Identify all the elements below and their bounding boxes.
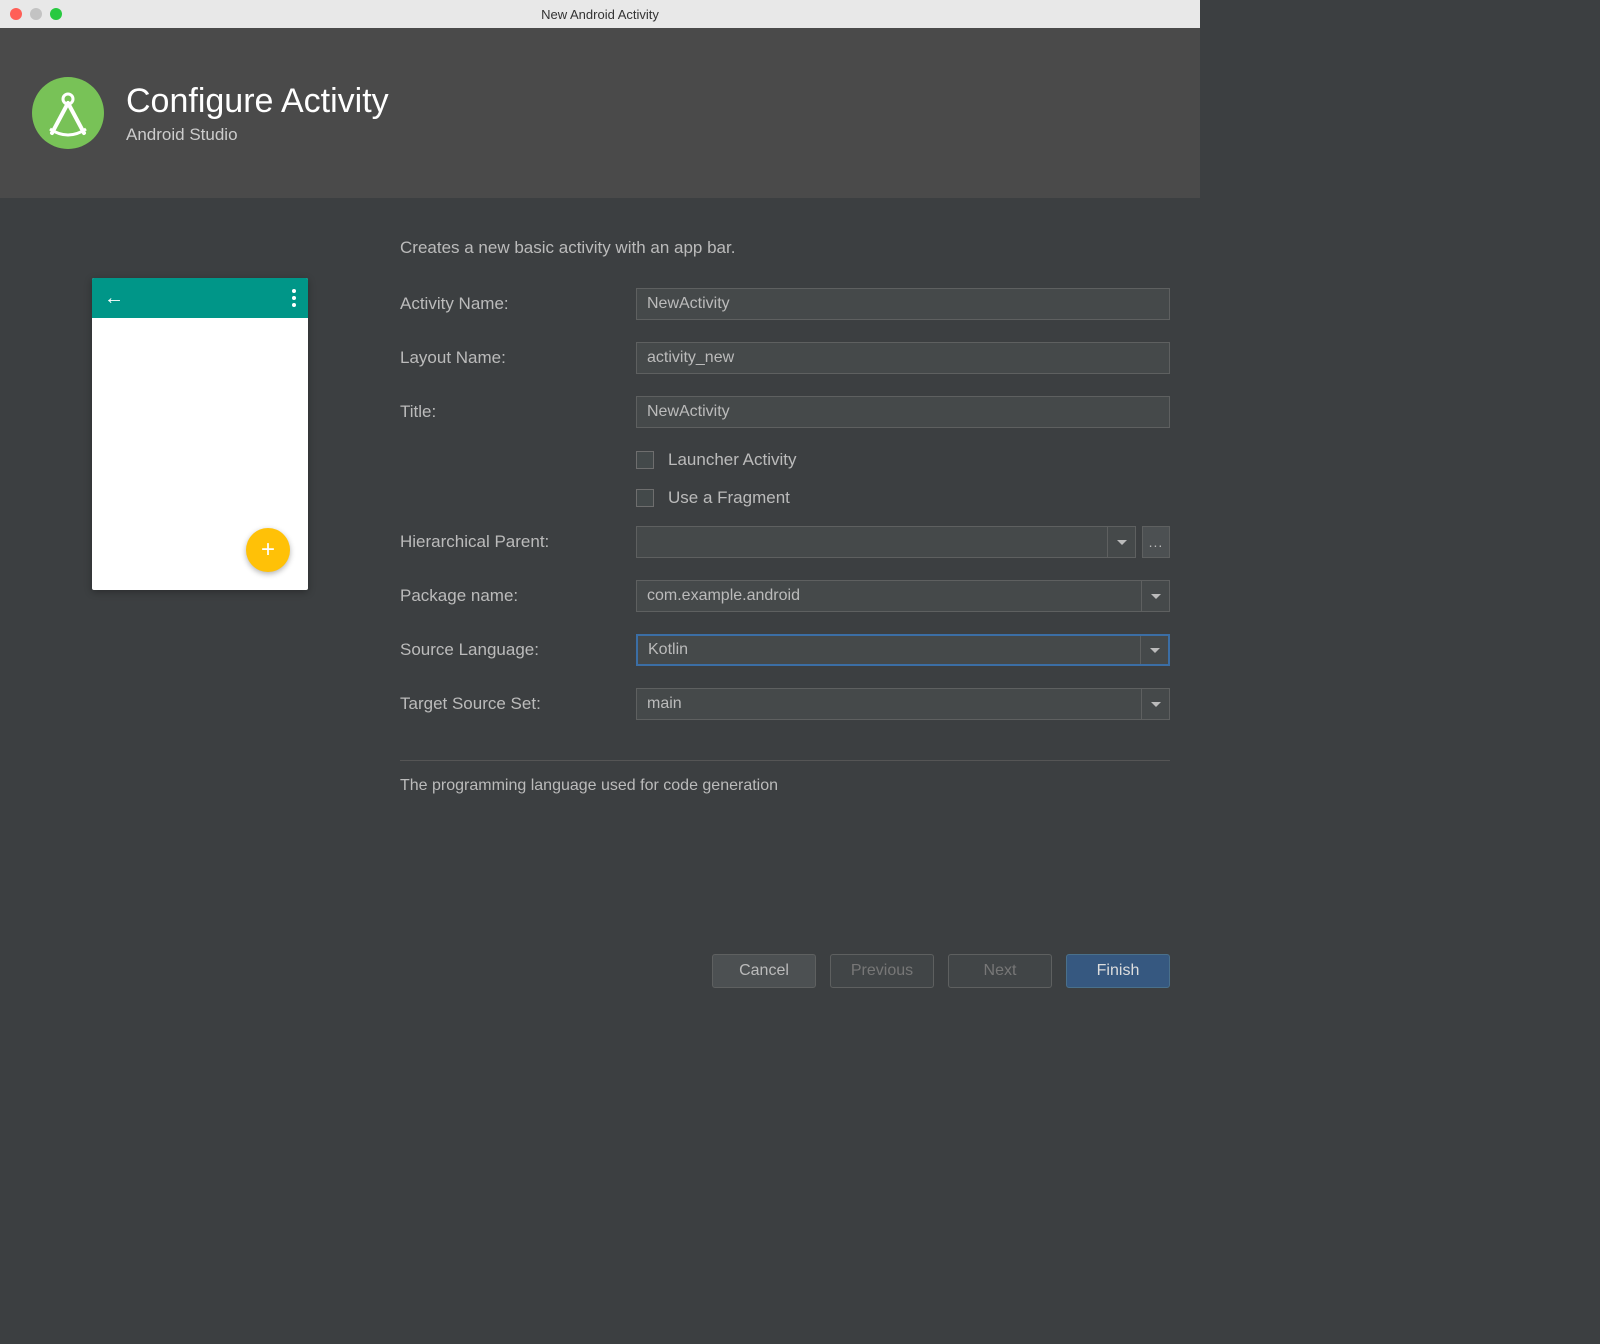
- dialog-title: Configure Activity: [126, 82, 389, 121]
- preview-appbar: ←: [92, 278, 308, 318]
- form-pane: Creates a new basic activity with an app…: [400, 238, 1170, 835]
- divider: [400, 760, 1170, 761]
- use-fragment-checkbox[interactable]: [636, 489, 654, 507]
- source-language-select[interactable]: Kotlin: [636, 634, 1170, 666]
- hierarchical-parent-select[interactable]: [636, 526, 1136, 558]
- launcher-activity-label: Launcher Activity: [668, 450, 797, 470]
- close-window-button[interactable]: [10, 8, 22, 20]
- chevron-down-icon: [1141, 689, 1169, 719]
- form-hint: The programming language used for code g…: [400, 777, 1170, 795]
- finish-button[interactable]: Finish: [1066, 954, 1170, 988]
- minimize-window-button[interactable]: [30, 8, 42, 20]
- source-language-label: Source Language:: [400, 640, 636, 660]
- button-bar: Cancel Previous Next Finish: [712, 954, 1170, 988]
- title-input[interactable]: [636, 396, 1170, 428]
- title-bar: New Android Activity: [0, 0, 1200, 28]
- title-label: Title:: [400, 402, 636, 422]
- dialog-header: Configure Activity Android Studio: [0, 28, 1200, 198]
- target-source-set-value: main: [647, 695, 682, 713]
- window-title: New Android Activity: [8, 7, 1192, 22]
- previous-button[interactable]: Previous: [830, 954, 934, 988]
- chevron-down-icon: [1140, 636, 1168, 664]
- target-source-set-label: Target Source Set:: [400, 694, 636, 714]
- package-name-select[interactable]: com.example.android: [636, 580, 1170, 612]
- package-name-value: com.example.android: [647, 587, 800, 605]
- dialog-subtitle: Android Studio: [126, 125, 389, 145]
- target-source-set-select[interactable]: main: [636, 688, 1170, 720]
- hierarchical-parent-label: Hierarchical Parent:: [400, 532, 636, 552]
- traffic-lights: [10, 8, 62, 20]
- chevron-down-icon: [1141, 581, 1169, 611]
- source-language-value: Kotlin: [648, 641, 688, 659]
- activity-preview-pane: ← +: [30, 238, 370, 835]
- fab-icon: +: [246, 528, 290, 572]
- cancel-button[interactable]: Cancel: [712, 954, 816, 988]
- android-studio-logo: [32, 77, 104, 149]
- launcher-activity-checkbox[interactable]: [636, 451, 654, 469]
- form-description: Creates a new basic activity with an app…: [400, 238, 1170, 258]
- back-arrow-icon: ←: [104, 287, 124, 310]
- use-fragment-label: Use a Fragment: [668, 488, 790, 508]
- phone-preview: ← +: [92, 278, 308, 590]
- layout-name-label: Layout Name:: [400, 348, 636, 368]
- layout-name-input[interactable]: [636, 342, 1170, 374]
- browse-parent-button[interactable]: ...: [1142, 526, 1170, 558]
- next-button[interactable]: Next: [948, 954, 1052, 988]
- chevron-down-icon: [1107, 527, 1135, 557]
- package-name-label: Package name:: [400, 586, 636, 606]
- maximize-window-button[interactable]: [50, 8, 62, 20]
- overflow-menu-icon: [292, 289, 296, 307]
- compass-icon: [40, 85, 96, 141]
- activity-name-label: Activity Name:: [400, 294, 636, 314]
- activity-name-input[interactable]: [636, 288, 1170, 320]
